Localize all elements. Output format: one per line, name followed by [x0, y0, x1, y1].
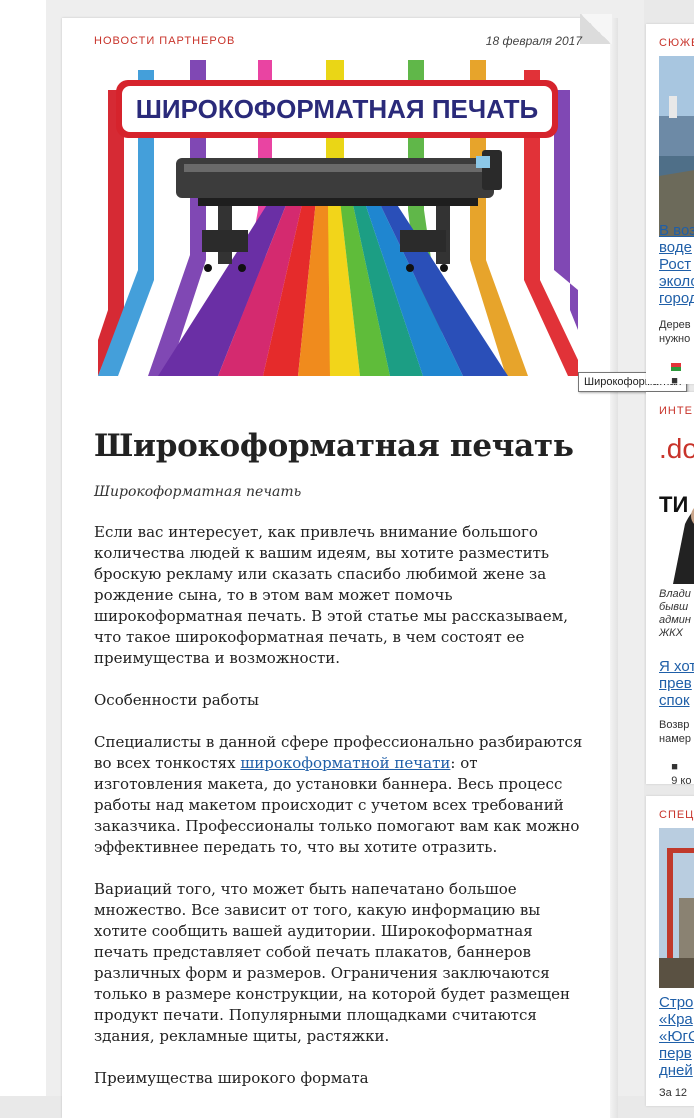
- article-date: 18 февраля 2017: [485, 34, 582, 48]
- card-summary: За 12: [659, 1087, 688, 1099]
- article-category[interactable]: НОВОСТИ ПАРТНЕРОВ: [94, 35, 235, 47]
- left-margin: [0, 0, 46, 1096]
- paragraph-specialists: Специалисты в данной сфере профессиональ…: [94, 733, 583, 856]
- card-image[interactable]: .do ТИ: [659, 424, 694, 584]
- comment-icon: ■: [671, 375, 678, 384]
- card-headline-link[interactable]: В воз воде Рост эколо город: [659, 222, 694, 312]
- card-label[interactable]: ИНТЕ: [659, 405, 693, 417]
- card-headline-link[interactable]: Стро «Кра «ЮгС перв дней: [659, 994, 694, 1082]
- card-label[interactable]: СПЕЦ: [659, 809, 694, 821]
- article-title: Широкоформатная печать: [94, 428, 574, 464]
- card-label[interactable]: СЮЖЕ: [659, 37, 694, 49]
- paragraph-intro: Если вас интересует, как привлечь вниман…: [94, 523, 569, 667]
- card-comments: ■ 9: [659, 346, 682, 384]
- flag-icon: [671, 363, 682, 372]
- comment-icon: ■: [671, 761, 678, 773]
- card-headline-link[interactable]: Я хот прев спок: [659, 658, 694, 712]
- section-heading-features: Особенности работы: [94, 691, 259, 709]
- wide-format-printing-link[interactable]: широкоформатной печати: [240, 754, 450, 772]
- card-image[interactable]: [659, 828, 694, 988]
- card-summary: Дерев нужно: [659, 319, 691, 345]
- section-heading-advantages: Преимущества широкого формата: [94, 1069, 369, 1087]
- hero-banner-text: ШИРОКОФОРМАТНАЯ ПЕЧАТЬ: [136, 94, 538, 124]
- card-image-caption: Влади бывш админ ЖКХ: [659, 588, 691, 639]
- article-hero-image: ШИРОКОФОРМАТНАЯ ПЕЧАТЬ: [98, 60, 578, 376]
- sidebar-card-interview: ИНТЕ .do ТИ Влади бывш админ ЖКХ Я хот п…: [646, 392, 694, 784]
- article-body: Если вас интересует, как привлечь вниман…: [94, 522, 586, 1110]
- paragraph-variations: Вариаций того, что может быть напечатано…: [94, 880, 570, 1045]
- svg-text:.do: .do: [659, 433, 694, 464]
- card-image[interactable]: [659, 56, 694, 236]
- svg-text:ТИ: ТИ: [659, 492, 688, 517]
- card-comments: ■ 9 ко: [671, 761, 692, 784]
- page-fold-corner: [580, 14, 612, 44]
- sidebar-card-story: СЮЖЕ В воз воде Рост эколо город Дерев н…: [646, 24, 694, 384]
- card-summary: Возвр намер: [659, 719, 691, 745]
- sidebar-card-special: СПЕЦ Стро «Кра «ЮгС перв дней За 12: [646, 796, 694, 1106]
- article-subtitle: Широкоформатная печать: [94, 484, 302, 500]
